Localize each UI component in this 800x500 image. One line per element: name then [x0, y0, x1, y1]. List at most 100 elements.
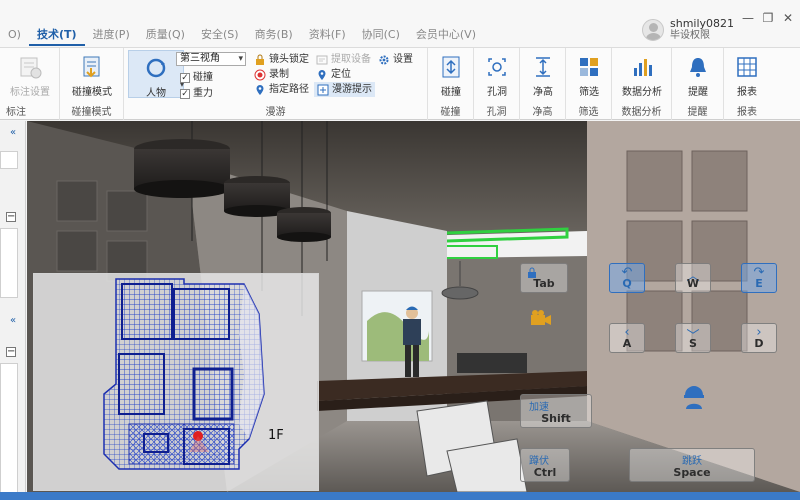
hole-icon	[488, 58, 506, 76]
floor-plan-drawing	[103, 278, 265, 470]
gravity-checkbox[interactable]: ✓ 重力	[180, 86, 213, 101]
a-key-button[interactable]: ‹ A	[609, 323, 645, 353]
panel-list-area[interactable]	[0, 363, 18, 493]
group-annotate-label: 标注	[6, 107, 26, 118]
report-button[interactable]: 报表	[719, 54, 775, 100]
collapse-panel-bottom-button[interactable]: «	[6, 315, 20, 327]
collision-icon	[442, 56, 460, 78]
menu-tab-bar: O) 技术(T) 进度(P) 质量(Q) 安全(S) 商务(B) 资料(F) 协…	[0, 0, 800, 48]
q-key-button[interactable]: ↶ Q	[609, 263, 645, 293]
group-report: 报表 报表	[724, 48, 770, 120]
group-clearance-label: 净高	[532, 107, 553, 118]
tab-collaboration[interactable]: 协同(C)	[354, 24, 408, 46]
record-button[interactable]: 录制	[254, 67, 289, 82]
pick-device-button[interactable]: 提取设备	[316, 52, 371, 67]
close-button[interactable]: ✕	[780, 10, 796, 26]
collision-mode-label: 碰撞模式	[72, 87, 112, 98]
filter-button[interactable]: 筛选	[561, 54, 617, 100]
group-collision-mode: 碰撞模式 碰撞模式	[60, 48, 124, 120]
restore-button[interactable]: ❐	[760, 10, 776, 26]
minimize-button[interactable]: —	[740, 10, 756, 26]
tab-technology[interactable]: 技术(T)	[28, 24, 85, 46]
s-key-button[interactable]: ﹀ S	[675, 323, 711, 353]
report-label: 报表	[737, 87, 757, 98]
map-pin-icon	[256, 84, 264, 95]
filter-icon	[580, 58, 598, 76]
data-analysis-button[interactable]: 数据分析	[614, 54, 670, 100]
status-bar	[0, 492, 800, 500]
left-side-panel: « − « −	[0, 121, 26, 500]
panel-tree-area[interactable]	[0, 228, 18, 298]
ribbon-toolbar: 标注设置 标注 碰撞模式 碰撞模式 人物 ▾ 第三视角 ▾ ✓ 碰撞 ✓ 重力 …	[0, 48, 800, 120]
view-mode-select[interactable]: 第三视角	[176, 52, 246, 66]
character-refresh-icon	[146, 58, 166, 78]
ctrl-key-label: Ctrl	[533, 466, 557, 479]
shift-key-cn-label: 加速	[529, 402, 549, 413]
remind-label: 提醒	[688, 87, 708, 98]
tab-progress[interactable]: 进度(P)	[85, 24, 138, 46]
group-roam-label: 漫游	[265, 107, 286, 118]
group-hole-label: 孔洞	[486, 107, 507, 118]
group-clearance: 净高 净高	[520, 48, 566, 120]
user-info[interactable]: shmily0821 毕设权限	[642, 16, 734, 44]
roam-settings-button[interactable]: 设置	[378, 52, 413, 67]
s-key-label: S	[689, 337, 697, 350]
collision-checkbox[interactable]: ✓ 碰撞	[180, 70, 213, 85]
tab-key-label: Tab	[533, 277, 555, 290]
d-key-button[interactable]: › D	[741, 323, 777, 353]
a-key-label: A	[622, 337, 632, 350]
w-key-button[interactable]: ︿ W	[675, 263, 711, 293]
camera-icon[interactable]	[530, 309, 552, 327]
tab-member-center[interactable]: 会员中心(V)	[408, 24, 484, 46]
tab-documents[interactable]: 资料(F)	[301, 24, 354, 46]
tab-prev[interactable]: O)	[0, 24, 29, 46]
roam-tip-icon	[317, 84, 329, 95]
locate-button[interactable]: 定位	[316, 67, 351, 82]
group-collision-mode-label: 碰撞模式	[71, 107, 112, 118]
group-remind-label: 提醒	[687, 107, 708, 118]
space-key-button[interactable]: 跳跃 Space	[629, 448, 755, 482]
group-report-label: 报表	[737, 107, 757, 118]
collision-mode-button[interactable]: 碰撞模式	[64, 54, 120, 100]
locate-icon	[318, 69, 326, 80]
w-key-label: W	[686, 277, 700, 290]
tab-key-button[interactable]: Tab	[520, 263, 568, 293]
group-hole: 孔洞 孔洞	[474, 48, 520, 120]
panel-collapse-minus-button[interactable]: −	[6, 212, 16, 222]
ctrl-key-button[interactable]: 蹲伏 Ctrl	[520, 448, 570, 482]
floor-level-label: 1F	[268, 428, 284, 443]
bar-chart-icon	[634, 59, 652, 76]
group-filter: 筛选 筛选	[566, 48, 612, 120]
group-remind: 提醒 提醒	[672, 48, 724, 120]
e-key-label: E	[755, 277, 763, 290]
group-data-analysis: 数据分析 数据分析	[612, 48, 672, 120]
q-key-label: Q	[622, 277, 632, 290]
app-window: O) 技术(T) 进度(P) 质量(Q) 安全(S) 商务(B) 资料(F) 协…	[0, 0, 800, 500]
annotate-settings-button[interactable]: 标注设置	[2, 54, 58, 100]
lock-camera-button[interactable]: 镜头锁定	[254, 52, 309, 67]
username: shmily0821	[670, 17, 735, 30]
collapse-panel-top-button[interactable]: «	[6, 127, 20, 139]
panel-dropdown[interactable]	[0, 151, 18, 169]
space-key-cn-label: 跳跃	[682, 456, 702, 467]
gravity-check-icon: ✓	[180, 88, 190, 99]
avatar[interactable]	[642, 19, 664, 41]
floor-minimap[interactable]	[33, 273, 319, 491]
roam-tip-button[interactable]: 漫游提示	[314, 82, 375, 97]
shift-key-button[interactable]: 加速 Shift	[520, 394, 592, 428]
menu-tabs: O) 技术(T) 进度(P) 质量(Q) 安全(S) 商务(B) 资料(F) 协…	[0, 24, 484, 46]
tab-business[interactable]: 商务(B)	[247, 24, 301, 46]
set-path-button[interactable]: 指定路径	[254, 82, 309, 97]
remind-button[interactable]: 提醒	[670, 54, 726, 100]
tab-quality[interactable]: 质量(Q)	[138, 24, 193, 46]
user-role: 毕设权限	[670, 30, 710, 41]
worker-helmet-icon[interactable]	[682, 383, 706, 409]
d-key-label: D	[754, 337, 764, 350]
collision-check-icon: ✓	[180, 72, 190, 83]
group-data-analysis-label: 数据分析	[621, 107, 662, 118]
character-label: 人物	[146, 88, 166, 99]
e-key-button[interactable]: ↷ E	[741, 263, 777, 293]
group-annotate: 标注设置 标注	[0, 48, 60, 120]
panel-collapse-minus-button-2[interactable]: −	[6, 347, 16, 357]
tab-safety[interactable]: 安全(S)	[193, 24, 247, 46]
